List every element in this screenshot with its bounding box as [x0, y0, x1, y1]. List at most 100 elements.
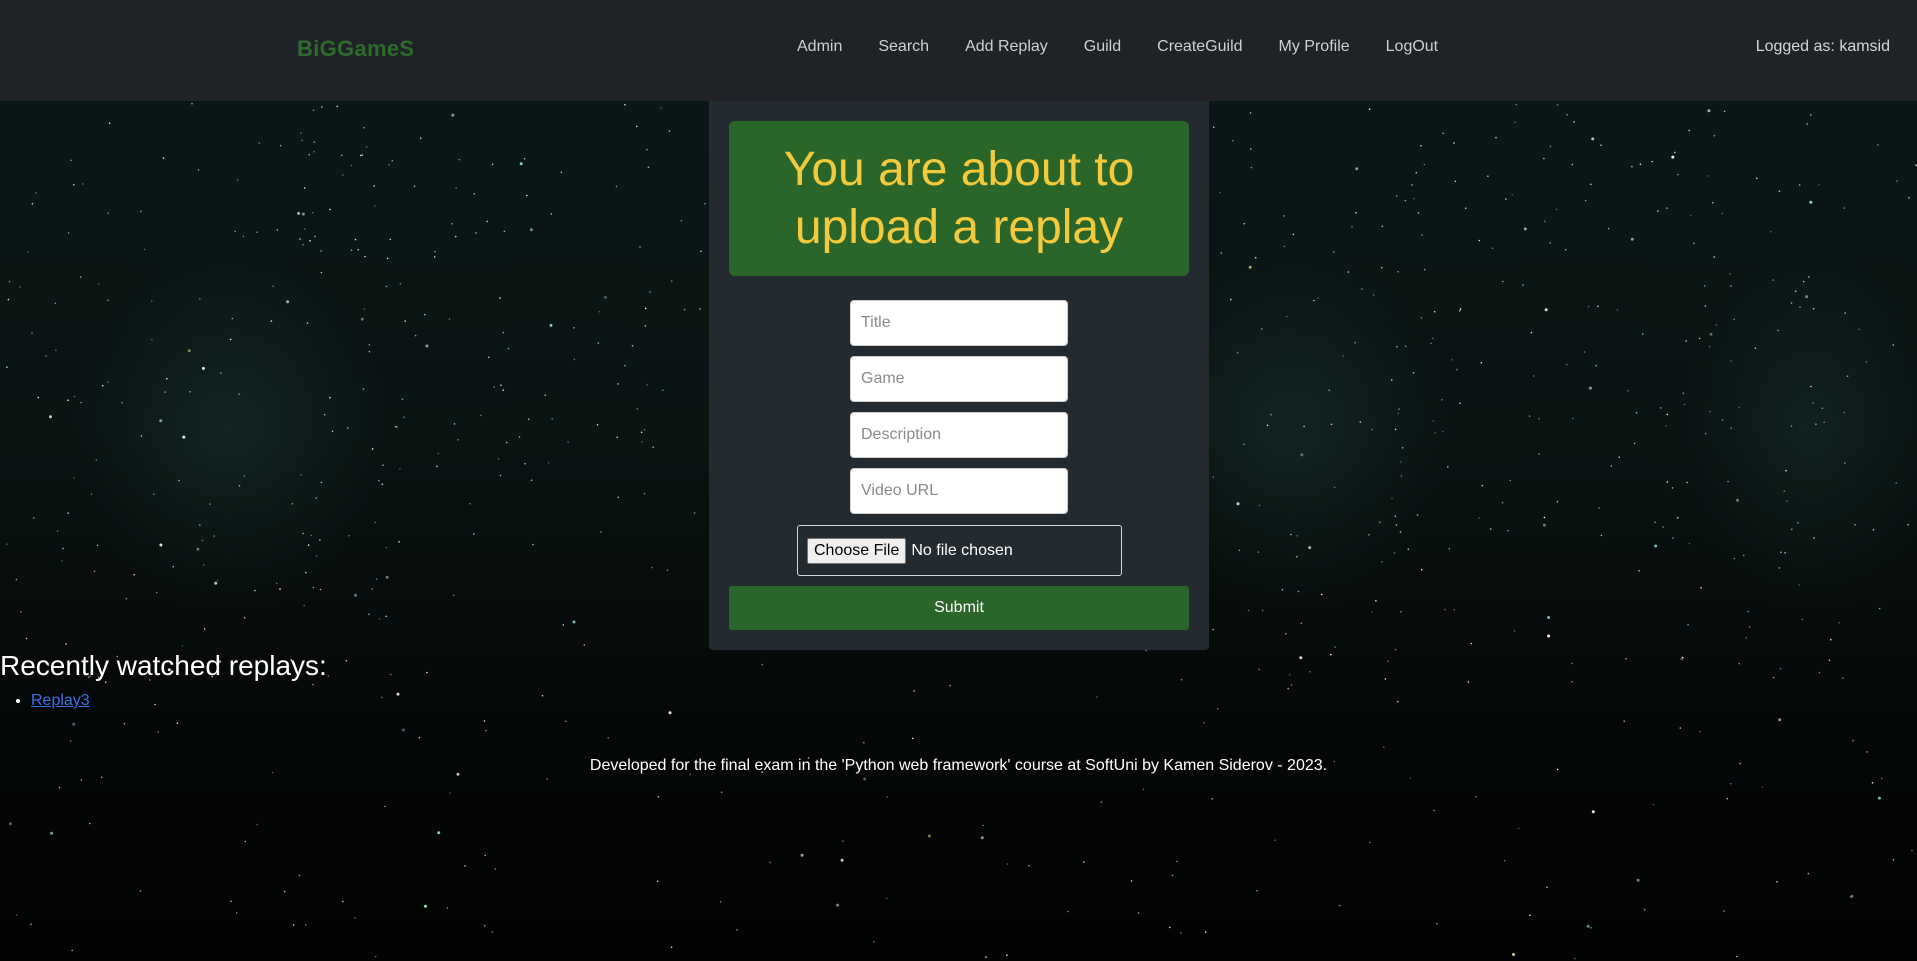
star-dot: [424, 313, 426, 316]
submit-button[interactable]: Submit: [729, 586, 1189, 630]
star-dot: [209, 503, 211, 505]
star-dot: [72, 722, 76, 726]
star-dot: [1547, 634, 1551, 638]
nav-my-profile-link[interactable]: My Profile: [1279, 38, 1350, 56]
nav-add-replay-link[interactable]: Add Replay: [965, 38, 1048, 56]
star-dot: [1654, 521, 1656, 523]
star-dot: [500, 384, 502, 387]
star-dot: [693, 512, 696, 514]
star-dot: [320, 481, 323, 484]
video-url-input[interactable]: [850, 468, 1068, 514]
star-dot: [1630, 237, 1634, 241]
star-dot: [1895, 482, 1897, 484]
star-dot: [547, 462, 550, 464]
star-dot: [502, 389, 505, 391]
star-dot: [1704, 432, 1707, 435]
star-dot: [299, 132, 302, 134]
star-dot: [532, 543, 534, 546]
star-dot: [313, 150, 315, 153]
star-dot: [1907, 524, 1909, 526]
star-dot: [15, 914, 18, 916]
star-dot: [1260, 328, 1263, 330]
star-dot: [1232, 139, 1234, 142]
choose-file-button[interactable]: Choose File: [807, 537, 907, 564]
star-dot: [1412, 372, 1415, 374]
star-dot: [1549, 242, 1551, 244]
star-dot: [391, 159, 394, 162]
star-dot: [357, 248, 360, 251]
nav-admin-link[interactable]: Admin: [797, 38, 842, 56]
star-dot: [329, 208, 331, 211]
star-dot: [1397, 700, 1399, 703]
star-dot: [1347, 271, 1350, 273]
description-input[interactable]: [850, 412, 1068, 458]
star-dot: [279, 144, 282, 147]
star-dot: [1261, 609, 1264, 612]
star-dot: [1574, 957, 1576, 960]
star-dot: [913, 690, 915, 692]
top-navbar: BiGGameS Admin Search Add Replay Guild C…: [0, 0, 1917, 101]
star-dot: [1777, 329, 1779, 332]
star-dot: [189, 391, 191, 393]
star-dot: [639, 246, 641, 248]
star-dot: [1846, 375, 1849, 378]
star-dot: [529, 228, 533, 232]
star-dot: [1733, 318, 1735, 321]
star-dot: [1416, 514, 1419, 516]
star-dot: [73, 477, 75, 479]
nav-create-guild-link[interactable]: CreateGuild: [1157, 38, 1242, 56]
star-dot: [1538, 417, 1540, 420]
star-dot: [1555, 208, 1558, 211]
star-dot: [363, 126, 365, 129]
star-dot: [1842, 677, 1844, 679]
star-dot: [483, 925, 486, 927]
star-dot: [1745, 636, 1748, 639]
star-dot: [530, 479, 533, 482]
star-dot: [1721, 212, 1724, 215]
star-dot: [418, 736, 421, 739]
star-dot: [1006, 954, 1008, 956]
star-dot: [1211, 798, 1213, 800]
nav-search-link[interactable]: Search: [878, 38, 929, 56]
star-dot: [475, 232, 477, 234]
star-dot: [1547, 616, 1551, 619]
star-dot: [1595, 364, 1597, 367]
star-dot: [159, 543, 163, 547]
nav-guild-link[interactable]: Guild: [1084, 38, 1121, 56]
star-dot: [1877, 796, 1881, 800]
star-dot: [1709, 332, 1713, 336]
game-input[interactable]: [850, 356, 1068, 402]
star-dot: [272, 285, 275, 288]
star-dot: [473, 193, 476, 195]
star-dot: [398, 541, 400, 543]
nav-logout-link[interactable]: LogOut: [1386, 38, 1438, 56]
star-dot: [1698, 337, 1701, 340]
star-dot: [354, 593, 357, 597]
star-dot: [1394, 648, 1397, 651]
replay-link[interactable]: Replay3: [31, 692, 90, 709]
star-dot: [1434, 432, 1436, 434]
star-dot: [1299, 656, 1303, 660]
star-dot: [616, 436, 618, 439]
star-dot: [1778, 567, 1781, 569]
star-dot: [234, 230, 236, 233]
star-dot: [1371, 428, 1373, 431]
star-dot: [660, 107, 662, 109]
star-dot: [598, 310, 601, 313]
star-dot: [1432, 337, 1434, 340]
star-dot: [1395, 195, 1398, 197]
brand-logo-link[interactable]: BiGGameS: [297, 36, 414, 62]
star-dot: [67, 399, 69, 402]
title-input[interactable]: [850, 300, 1068, 346]
star-dot: [1818, 183, 1820, 186]
star-dot: [1713, 134, 1716, 137]
star-dot: [1866, 751, 1868, 753]
star-dot: [1623, 720, 1625, 722]
star-dot: [1852, 739, 1854, 742]
star-dot: [340, 154, 343, 157]
star-dot: [371, 448, 374, 450]
star-dot: [1633, 442, 1636, 445]
star-dot: [354, 917, 356, 919]
star-dot: [1543, 157, 1545, 160]
star-dot: [636, 408, 639, 410]
